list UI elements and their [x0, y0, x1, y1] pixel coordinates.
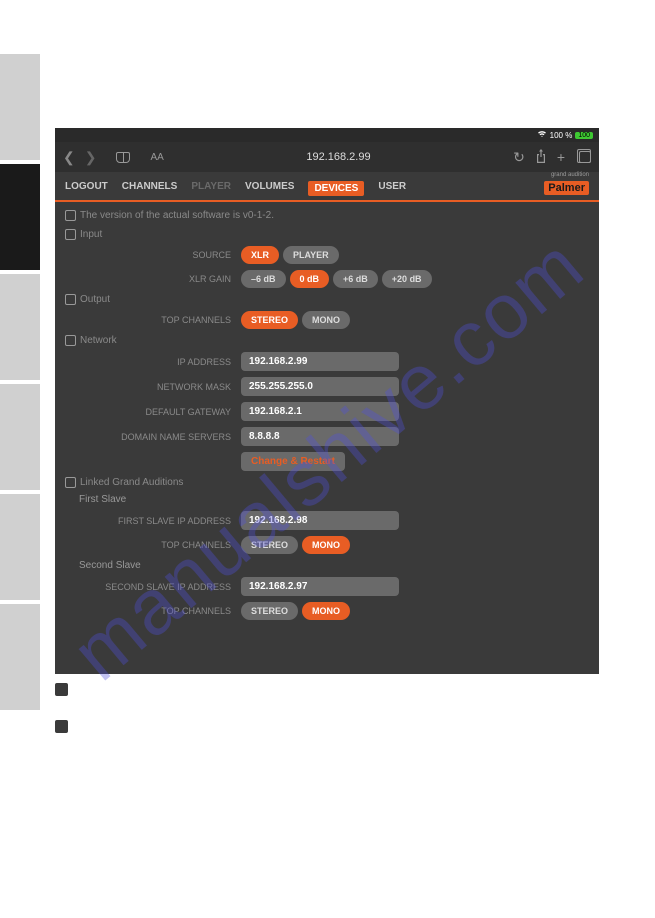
row-change-restart: Change & Restart [65, 452, 589, 471]
linked-label: Linked Grand Auditions [80, 477, 183, 488]
row-first-slave-ip: FIRST SLAVE IP ADDRESS 192.168.2.98 [65, 511, 589, 530]
back-button[interactable]: ❮ [63, 149, 75, 166]
reader-aa-button[interactable]: AA [150, 152, 163, 163]
bookmarks-icon[interactable] [116, 152, 130, 163]
label-ip: IP ADDRESS [65, 357, 241, 367]
input-second-slave-ip[interactable]: 192.168.2.97 [241, 577, 399, 596]
status-bar: 100 % 100 [55, 128, 599, 142]
input-first-slave-ip[interactable]: 192.168.2.98 [241, 511, 399, 530]
share-icon[interactable] [535, 149, 547, 166]
nav-player[interactable]: PLAYER [191, 181, 231, 196]
input-checkbox[interactable] [65, 229, 76, 240]
label-top-channels-3: TOP CHANNELS [65, 606, 241, 616]
second-slave-stereo[interactable]: STEREO [241, 602, 298, 620]
output-label: Output [80, 294, 110, 305]
side-tab-3[interactable] [0, 384, 40, 490]
version-text: The version of the actual software is v0… [80, 210, 274, 221]
nav-tabs: LOGOUT CHANNELS PLAYER VOLUMES DEVICES U… [65, 181, 406, 196]
input-dns[interactable]: 8.8.8.8 [241, 427, 399, 446]
version-row: The version of the actual software is v0… [65, 210, 589, 221]
row-second-slave-channels: TOP CHANNELS STEREO MONO [65, 602, 589, 620]
new-tab-button[interactable]: + [557, 149, 565, 165]
side-tabs [0, 54, 40, 714]
forward-button[interactable]: ❯ [85, 149, 97, 166]
gain-minus6[interactable]: –6 dB [241, 270, 286, 288]
nav-devices[interactable]: DEVICES [308, 181, 364, 196]
version-checkbox[interactable] [65, 210, 76, 221]
below-boxes [55, 683, 68, 757]
section-input: Input [65, 229, 589, 240]
wifi-icon [537, 130, 547, 140]
linked-checkbox[interactable] [65, 477, 76, 488]
network-label: Network [80, 335, 117, 346]
label-xlr-gain: XLR GAIN [65, 274, 241, 284]
label-top-channels-2: TOP CHANNELS [65, 540, 241, 550]
label-mask: NETWORK MASK [65, 382, 241, 392]
input-ip[interactable]: 192.168.2.99 [241, 352, 399, 371]
row-mask: NETWORK MASK 255.255.255.0 [65, 377, 589, 396]
section-output: Output [65, 294, 589, 305]
nav-volumes[interactable]: VOLUMES [245, 181, 294, 196]
side-tab-1[interactable] [0, 164, 40, 270]
row-dns: DOMAIN NAME SERVERS 8.8.8.8 [65, 427, 589, 446]
input-gateway[interactable]: 192.168.2.1 [241, 402, 399, 421]
side-tab-4[interactable] [0, 494, 40, 600]
section-linked: Linked Grand Auditions [65, 477, 589, 488]
input-label: Input [80, 229, 102, 240]
row-first-slave-channels: TOP CHANNELS STEREO MONO [65, 536, 589, 554]
small-box-1 [55, 683, 68, 696]
label-top-channels-1: TOP CHANNELS [65, 315, 241, 325]
logo-main: Palmer [544, 181, 589, 195]
source-player[interactable]: PLAYER [283, 246, 339, 264]
nav-logout[interactable]: LOGOUT [65, 181, 108, 196]
label-first-slave-ip: FIRST SLAVE IP ADDRESS [65, 516, 241, 526]
app-header: LOGOUT CHANNELS PLAYER VOLUMES DEVICES U… [55, 172, 599, 202]
side-tab-2[interactable] [0, 274, 40, 380]
label-dns: DOMAIN NAME SERVERS [65, 432, 241, 442]
network-checkbox[interactable] [65, 335, 76, 346]
gain-plus6[interactable]: +6 dB [333, 270, 378, 288]
change-restart-button[interactable]: Change & Restart [241, 452, 345, 471]
second-slave-header: Second Slave [79, 560, 589, 571]
side-tab-5[interactable] [0, 604, 40, 710]
input-mask[interactable]: 255.255.255.0 [241, 377, 399, 396]
row-xlr-gain: XLR GAIN –6 dB 0 dB +6 dB +20 dB [65, 270, 589, 288]
row-second-slave-ip: SECOND SLAVE IP ADDRESS 192.168.2.97 [65, 577, 589, 596]
row-ip: IP ADDRESS 192.168.2.99 [65, 352, 589, 371]
reload-icon[interactable]: ↻ [513, 149, 525, 166]
side-tab-0[interactable] [0, 54, 40, 160]
label-gateway: DEFAULT GATEWAY [65, 407, 241, 417]
url-bar[interactable]: 192.168.2.99 [184, 151, 493, 163]
output-checkbox[interactable] [65, 294, 76, 305]
content: The version of the actual software is v0… [55, 202, 599, 634]
output-stereo[interactable]: STEREO [241, 311, 298, 329]
battery-badge: 100 [575, 132, 593, 139]
logo: grand audition Palmer [544, 172, 589, 196]
gain-plus20[interactable]: +20 dB [382, 270, 432, 288]
first-slave-mono[interactable]: MONO [302, 536, 350, 554]
row-source: SOURCE XLR PLAYER [65, 246, 589, 264]
browser-bar: ❮ ❯ AA 192.168.2.99 ↻ + [55, 142, 599, 172]
battery-percent: 100 % [550, 131, 573, 140]
source-xlr[interactable]: XLR [241, 246, 279, 264]
nav-user[interactable]: USER [378, 181, 406, 196]
label-source: SOURCE [65, 250, 241, 260]
row-gateway: DEFAULT GATEWAY 192.168.2.1 [65, 402, 589, 421]
output-mono[interactable]: MONO [302, 311, 350, 329]
small-box-2 [55, 720, 68, 733]
logo-subtitle: grand audition [544, 172, 589, 178]
screenshot: 100 % 100 ❮ ❯ AA 192.168.2.99 ↻ + LOGOUT… [55, 128, 599, 674]
tabs-icon[interactable] [579, 151, 591, 163]
row-top-channels-output: TOP CHANNELS STEREO MONO [65, 311, 589, 329]
first-slave-stereo[interactable]: STEREO [241, 536, 298, 554]
gain-0[interactable]: 0 dB [290, 270, 330, 288]
first-slave-header: First Slave [79, 494, 589, 505]
nav-channels[interactable]: CHANNELS [122, 181, 178, 196]
second-slave-mono[interactable]: MONO [302, 602, 350, 620]
label-second-slave-ip: SECOND SLAVE IP ADDRESS [65, 582, 241, 592]
section-network: Network [65, 335, 589, 346]
